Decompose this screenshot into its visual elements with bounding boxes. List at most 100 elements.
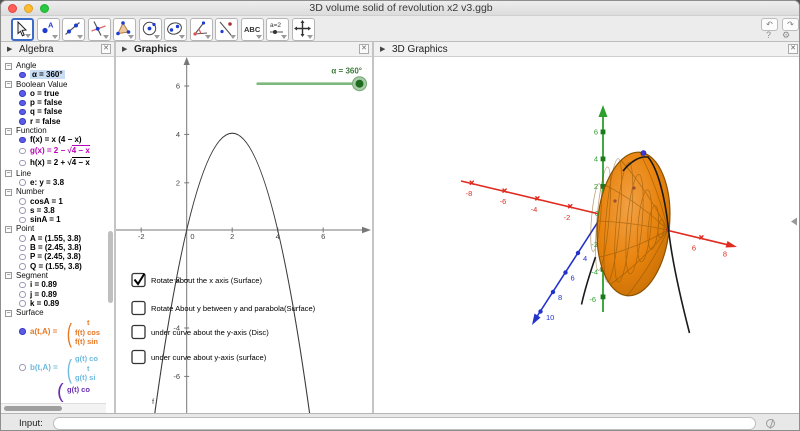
algebra-section[interactable]: − Function	[1, 126, 114, 135]
algebra-item[interactable]: j = 0.89	[1, 290, 114, 299]
3d-graphics-close-button[interactable]: ✕	[788, 44, 798, 54]
panel-caret-icon[interactable]: ▶	[7, 45, 12, 53]
visibility-marble-icon[interactable]	[19, 300, 26, 307]
algebra-item[interactable]: f(x) = x (4 − x)	[1, 135, 114, 144]
algebra-section[interactable]: − Surface	[1, 308, 114, 317]
polygon-tool-button[interactable]	[113, 17, 136, 41]
visibility-marble-icon[interactable]	[19, 253, 26, 261]
text-tool-button[interactable]: ABC	[240, 17, 264, 41]
visibility-marble-icon[interactable]	[19, 328, 26, 335]
tool-dropdown-icon[interactable]	[204, 34, 211, 39]
tool-dropdown-icon[interactable]	[102, 34, 109, 39]
visibility-marble-icon[interactable]	[19, 147, 26, 155]
collapse-section-icon[interactable]: −	[5, 62, 12, 70]
tool-dropdown-icon[interactable]	[77, 34, 83, 39]
checkbox-under-curve-surface[interactable]: under curve about y-axis (surface)	[131, 349, 267, 365]
input-field[interactable]	[53, 416, 756, 430]
move-view-tool-button[interactable]	[291, 17, 315, 41]
graphics-close-button[interactable]: ✕	[359, 44, 369, 54]
slider-tool-button[interactable]: a=2	[266, 17, 289, 41]
algebra-item[interactable]: k = 0.89	[1, 299, 114, 308]
algebra-item[interactable]: i = 0.89	[1, 280, 114, 289]
algebra-item-surface-c[interactable]: ( g(t) co	[1, 381, 114, 403]
help-button[interactable]: ?	[766, 30, 771, 40]
algebra-item[interactable]: A = (1.55, 3.8)	[1, 234, 114, 243]
visibility-marble-icon[interactable]	[19, 263, 26, 270]
algebra-vertical-scrollbar[interactable]	[108, 231, 113, 303]
line-tool-button[interactable]	[62, 17, 85, 41]
tool-dropdown-icon[interactable]	[255, 34, 262, 39]
collapse-section-icon[interactable]: −	[5, 81, 12, 89]
panel-caret-icon[interactable]: ▶	[122, 45, 127, 53]
3d-graphics-view[interactable]: -8 -6 -4 -2 6 8 -2 4 6 8 10 6 4 2 0 -4 -…	[374, 57, 800, 413]
visibility-marble-icon[interactable]	[19, 244, 26, 252]
algebra-section[interactable]: − Boolean Value	[1, 80, 114, 89]
tool-dropdown-icon[interactable]	[179, 34, 185, 39]
algebra-item[interactable]: q = false	[1, 107, 114, 116]
graphics-view[interactable]: -2 0 2 4 6 6 4 2 -2 -4 -6 f α = 360° Rot…	[116, 57, 372, 413]
visibility-marble-icon[interactable]	[19, 71, 26, 79]
visibility-marble-icon[interactable]	[19, 179, 26, 186]
algebra-item[interactable]: sinA = 1	[1, 215, 114, 224]
tool-dropdown-icon[interactable]	[25, 33, 31, 38]
algebra-item[interactable]: r = false	[1, 117, 114, 126]
panel-collapse-arrow-icon[interactable]	[791, 217, 797, 226]
checkbox-rotate-y-between[interactable]: Rotate About y between y and parabola(Su…	[131, 300, 316, 316]
algebra-item[interactable]: o = true	[1, 89, 114, 98]
settings-button[interactable]: ⚙	[782, 30, 790, 41]
visibility-marble-icon[interactable]	[19, 159, 26, 167]
input-help-icon[interactable]	[766, 419, 775, 428]
algebra-close-button[interactable]: ✕	[101, 44, 111, 54]
algebra-section[interactable]: − Point	[1, 224, 114, 233]
collapse-section-icon[interactable]: −	[5, 170, 12, 178]
algebra-item[interactable]: p = false	[1, 98, 114, 107]
panel-caret-icon[interactable]: ▶	[380, 45, 385, 53]
tool-dropdown-icon[interactable]	[128, 34, 134, 39]
tool-dropdown-icon[interactable]	[51, 34, 58, 39]
conic-tool-button[interactable]	[164, 17, 187, 41]
algebra-item[interactable]: Q = (1.55, 3.8)	[1, 262, 114, 271]
collapse-section-icon[interactable]: −	[5, 309, 12, 317]
algebra-item[interactable]: α = 360°	[1, 70, 114, 80]
visibility-marble-icon[interactable]	[19, 364, 26, 371]
checkbox-rotate-x-axis[interactable]: Rotate about the x axis (Surface)	[131, 272, 262, 288]
point-tool-button[interactable]: A	[36, 17, 60, 41]
algebra-item-surface-b[interactable]: b(t,A) = ( g(t) co t g(t) si	[1, 353, 114, 384]
algebra-item[interactable]: s = 3.8	[1, 206, 114, 215]
collapse-section-icon[interactable]: −	[5, 272, 12, 280]
tool-dropdown-icon[interactable]	[306, 34, 313, 39]
algebra-item[interactable]: e: y = 3.8	[1, 178, 114, 187]
visibility-marble-icon[interactable]	[19, 291, 26, 298]
visibility-marble-icon[interactable]	[19, 281, 26, 289]
algebra-section[interactable]: − Angle	[1, 61, 114, 70]
visibility-marble-icon[interactable]	[19, 235, 26, 242]
visibility-marble-icon[interactable]	[19, 216, 26, 224]
visibility-marble-icon[interactable]	[19, 136, 26, 144]
collapse-section-icon[interactable]: −	[5, 127, 12, 135]
perpendicular-line-tool-button[interactable]	[87, 17, 111, 41]
scrollbar-thumb[interactable]	[4, 406, 62, 411]
algebra-item[interactable]: h(x) = 2 + √4 − x	[1, 156, 114, 169]
tool-dropdown-icon[interactable]	[153, 34, 160, 39]
visibility-marble-icon[interactable]	[19, 108, 26, 116]
tool-dropdown-icon[interactable]	[281, 34, 287, 39]
tool-dropdown-icon[interactable]	[230, 34, 236, 39]
algebra-section[interactable]: − Number	[1, 187, 114, 196]
visibility-marble-icon[interactable]	[19, 90, 26, 97]
algebra-horizontal-scrollbar[interactable]	[1, 403, 106, 413]
visibility-marble-icon[interactable]	[19, 198, 26, 205]
algebra-item-surface-a[interactable]: a(t,A) = ( t f(t) cos f(t) sin	[1, 317, 114, 348]
algebra-item[interactable]: cosA = 1	[1, 197, 114, 206]
visibility-marble-icon[interactable]	[19, 118, 26, 125]
angle-tool-button[interactable]	[189, 17, 213, 41]
revolution-surface[interactable]	[589, 149, 676, 299]
circle-tool-button[interactable]	[138, 17, 162, 41]
algebra-item[interactable]: P = (2.45, 3.8)	[1, 252, 114, 261]
undo-button[interactable]: ↶	[761, 17, 778, 31]
algebra-item[interactable]: B = (2.45, 3.8)	[1, 243, 114, 252]
checkbox-under-curve-disc[interactable]: under curve about the y-axis (Disc)	[131, 324, 269, 340]
move-tool-button[interactable]	[11, 17, 34, 41]
collapse-section-icon[interactable]: −	[5, 225, 12, 233]
algebra-section[interactable]: − Segment	[1, 271, 114, 280]
curve-point[interactable]	[640, 150, 647, 156]
